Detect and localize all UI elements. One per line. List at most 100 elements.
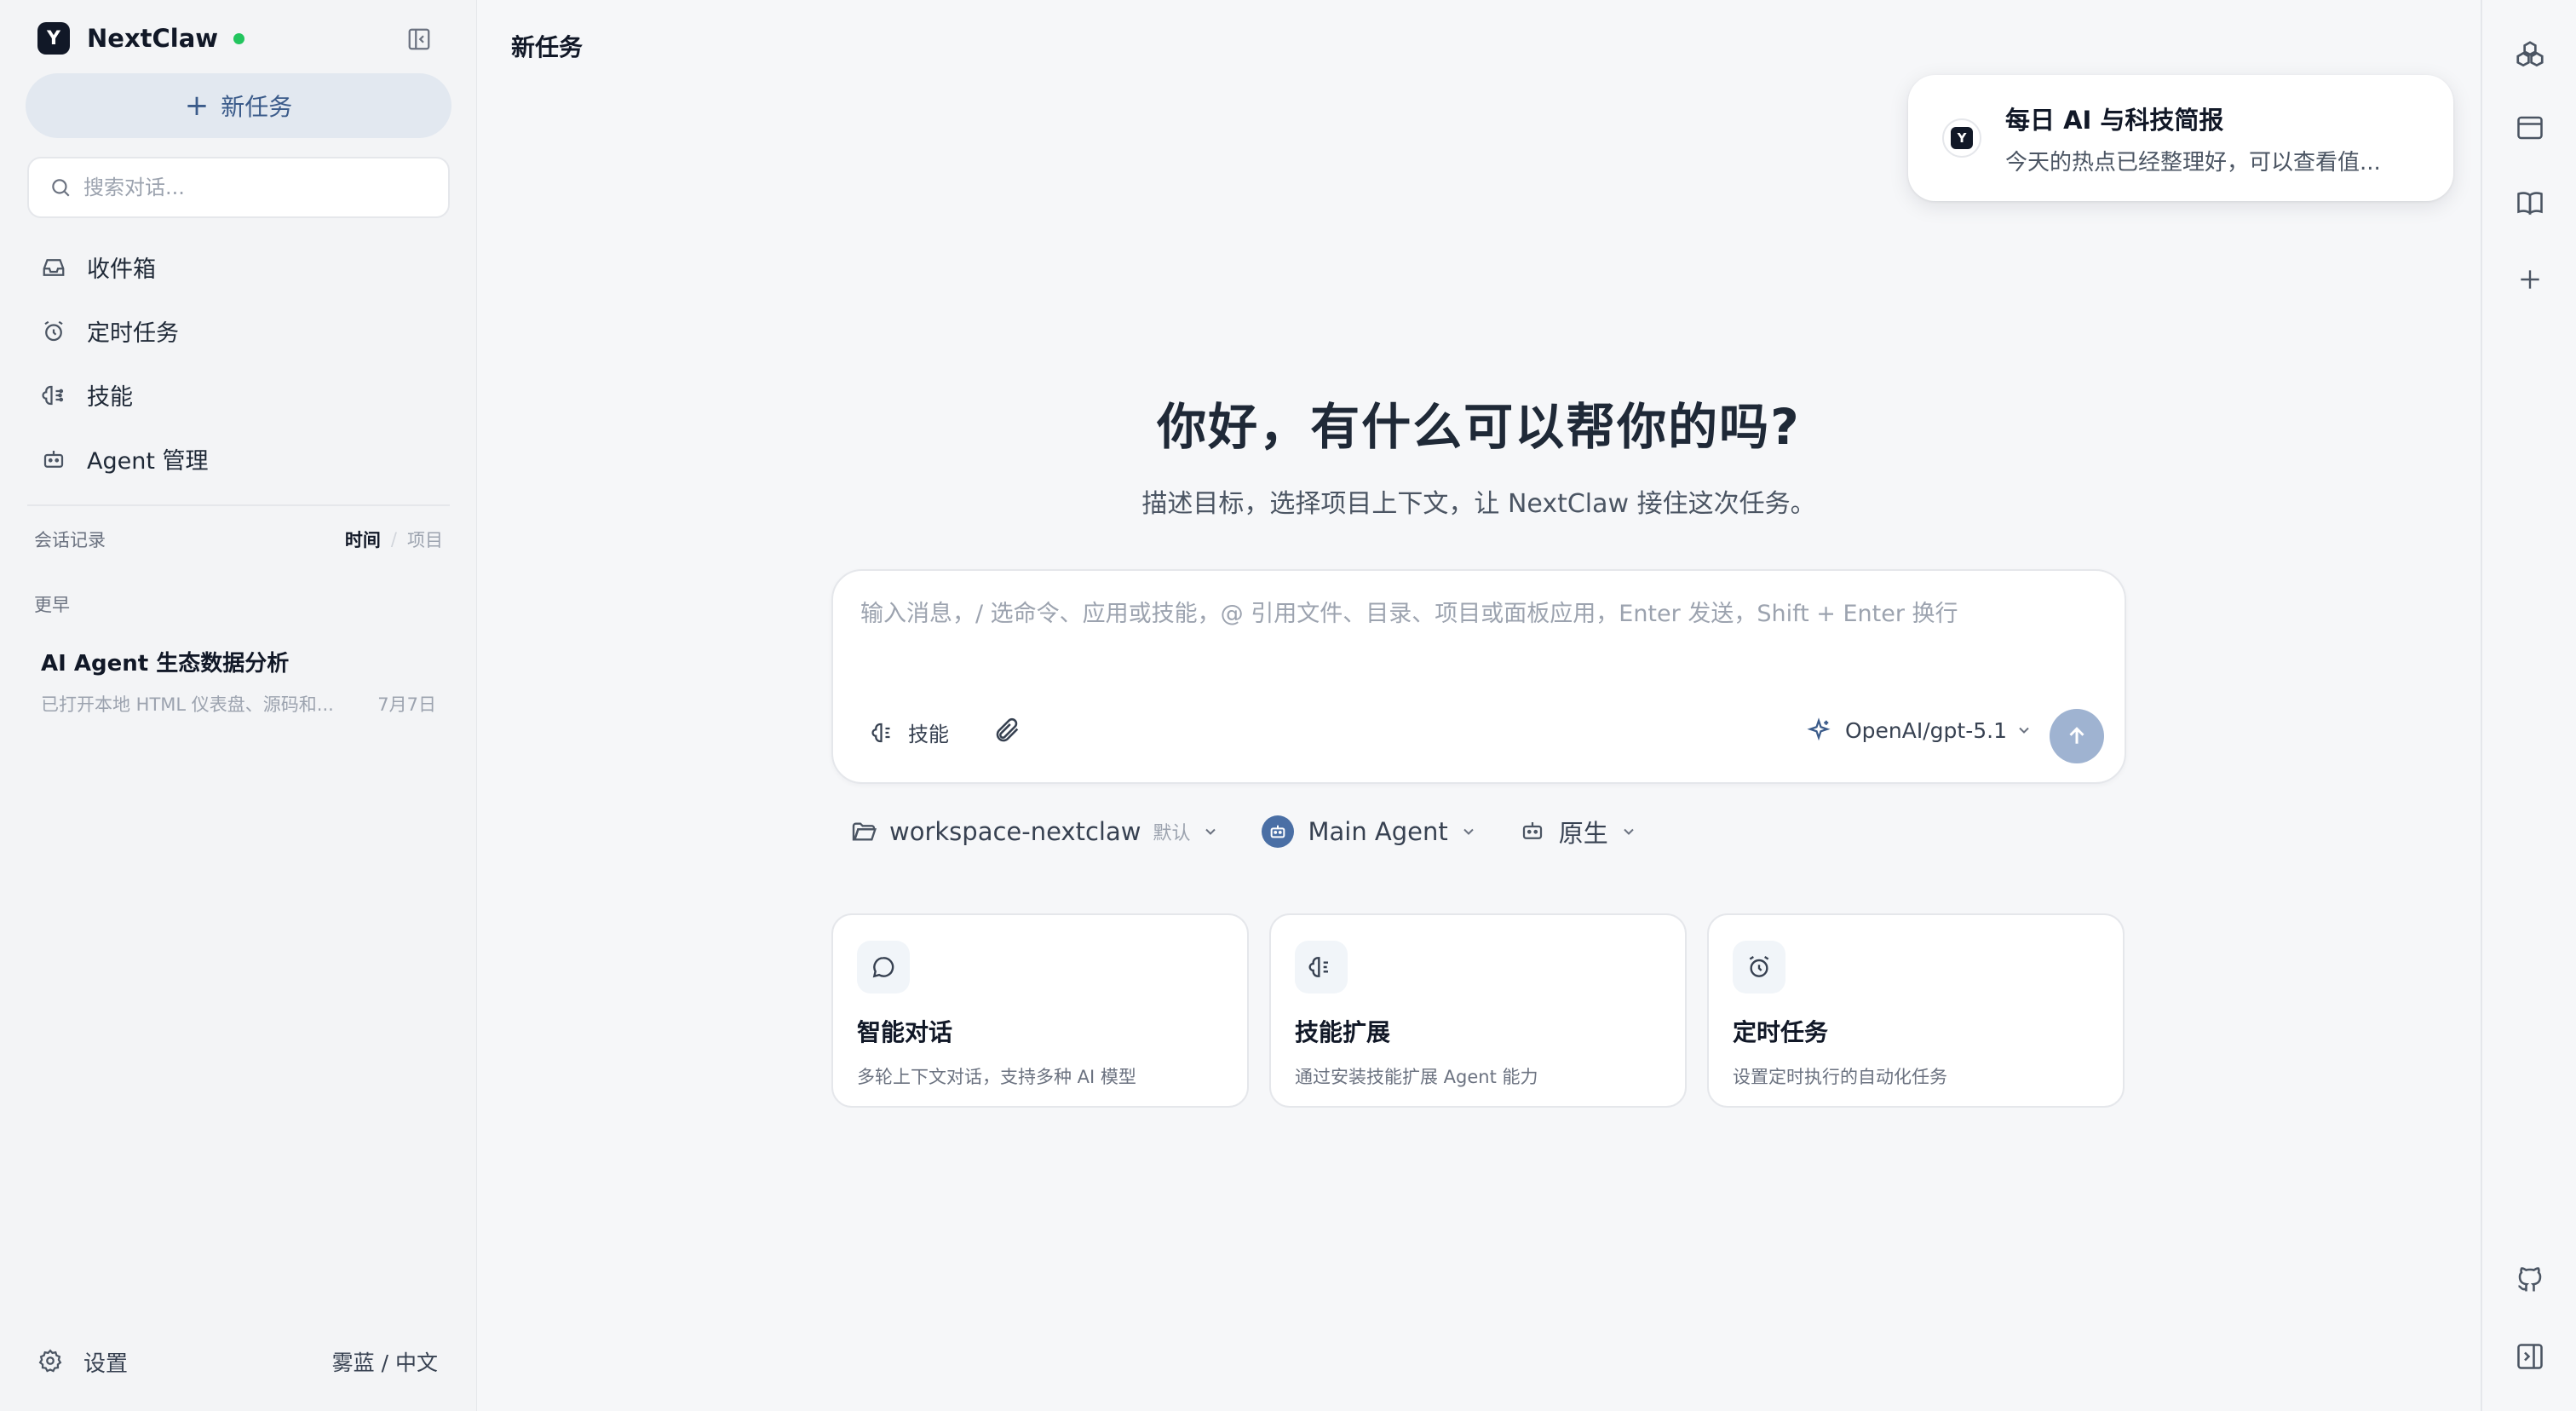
hero-subtitle: 描述目标，选择项目上下文，让 NextClaw 接住这次任务。 xyxy=(1141,489,1816,519)
feature-card-desc: 通过安装技能扩展 Agent 能力 xyxy=(1295,1067,1538,1087)
alarm-clock-icon xyxy=(1733,941,1785,993)
settings-label: 设置 xyxy=(83,1351,129,1377)
new-task-label: 新任务 xyxy=(221,93,293,121)
feature-cards: 智能对话 多轮上下文对话，支持多种 AI 模型 技能扩展 通过安装技能扩展 Ag… xyxy=(831,913,2125,1108)
agent-avatar xyxy=(1262,815,1295,848)
sort-separator: / xyxy=(390,529,397,550)
settings-button[interactable]: 设置 xyxy=(37,1346,128,1378)
apps-button[interactable] xyxy=(2511,36,2549,73)
plus-icon xyxy=(2521,270,2539,289)
folder-open-icon xyxy=(850,818,877,845)
sort-by-time-button[interactable]: 时间 xyxy=(345,527,381,552)
inbox-icon xyxy=(39,253,68,282)
sidebar-collapse-icon xyxy=(408,28,430,50)
sidebar-nav: 收件箱 定时任务 技能 Agent 管理 xyxy=(26,235,451,491)
send-button[interactable] xyxy=(2050,709,2104,763)
message-input[interactable] xyxy=(860,595,2087,671)
sidebar-divider xyxy=(27,504,450,506)
runtime-mode-name: 原生 xyxy=(1558,819,1608,848)
add-panel-button[interactable] xyxy=(2511,261,2549,298)
agent-name: Main Agent xyxy=(1308,817,1448,846)
chevron-down-icon xyxy=(1460,823,1477,840)
theme-language-switch[interactable]: 雾蓝 / 中文 xyxy=(332,1346,438,1377)
arrow-up-icon xyxy=(2069,727,2084,744)
conversation-preview: 已打开本地 HTML 仪表盘、源码和... xyxy=(41,694,334,715)
conversation-meta: 已打开本地 HTML 仪表盘、源码和... 7月7日 xyxy=(41,691,436,717)
page-title: 新任务 xyxy=(511,33,584,61)
sidebar-item-skills[interactable]: 技能 xyxy=(26,363,451,427)
right-rail xyxy=(2481,0,2576,1411)
hero-title: 你好，有什么可以帮你的吗? xyxy=(1157,398,1801,456)
new-task-button[interactable]: + 新任务 xyxy=(26,73,451,138)
chevron-down-icon xyxy=(1620,823,1637,840)
notification-title: 每日 AI 与科技简报 xyxy=(2005,105,2224,135)
conversation-title: AI Agent 生态数据分析 xyxy=(41,651,290,677)
brain-icon xyxy=(1295,941,1348,993)
bot-icon xyxy=(1520,818,1547,845)
workspace-name: workspace-nextclaw xyxy=(889,817,1141,846)
hero: 你好，有什么可以帮你的吗? 描述目标，选择项目上下文，让 NextClaw 接住… xyxy=(477,387,2481,520)
feature-card-title: 技能扩展 xyxy=(1295,1018,1391,1046)
online-status-dot xyxy=(233,32,245,44)
panel-toggle-icon xyxy=(2517,1344,2543,1369)
collapse-sidebar-button[interactable] xyxy=(404,24,434,55)
gear-icon xyxy=(37,1348,65,1375)
notification-logo: Y xyxy=(1942,118,1981,158)
bot-icon xyxy=(1271,825,1285,838)
search-box xyxy=(27,157,450,218)
feature-card-skills[interactable]: 技能扩展 通过安装技能扩展 Agent 能力 xyxy=(1269,913,1687,1108)
sidebar-item-inbox[interactable]: 收件箱 xyxy=(26,235,451,299)
sidebar-item-agent-management[interactable]: Agent 管理 xyxy=(26,427,451,491)
search-input[interactable] xyxy=(83,176,424,199)
sort-by-project-button[interactable]: 项目 xyxy=(407,527,443,552)
history-sort-toggle: 时间 / 项目 xyxy=(345,527,443,552)
sidebar-item-scheduled-tasks[interactable]: 定时任务 xyxy=(26,299,451,363)
runtime-mode-selector[interactable]: 原生 xyxy=(1520,814,1637,849)
sidebar-item-label: 收件箱 xyxy=(87,256,156,283)
browser-button[interactable] xyxy=(2511,109,2549,147)
app-name: NextClaw xyxy=(87,24,219,53)
brand: Y NextClaw xyxy=(37,20,245,56)
toggle-panel-button[interactable] xyxy=(2511,1338,2549,1375)
message-composer: 技能 OpenAI/gpt-5.1 xyxy=(831,569,2126,784)
attach-button[interactable] xyxy=(993,716,1024,746)
workspace-default-tag: 默认 xyxy=(1153,823,1191,844)
skills-button[interactable]: 技能 xyxy=(871,717,949,747)
sidebar: Y NextClaw + 新任务 收件箱 定时任务 xyxy=(0,0,477,1411)
notification-toast[interactable]: Y 每日 AI 与科技简报 今天的热点已经整理好，可以查看值... xyxy=(1908,75,2453,201)
feature-card-desc: 多轮上下文对话，支持多种 AI 模型 xyxy=(857,1067,1136,1087)
feature-card-title: 定时任务 xyxy=(1733,1018,1829,1046)
brain-icon xyxy=(871,720,896,746)
browser-window-icon xyxy=(2517,116,2543,140)
feature-card-desc: 设置定时执行的自动化任务 xyxy=(1733,1067,1947,1087)
agent-selector[interactable]: Main Agent xyxy=(1262,815,1476,848)
alarm-clock-icon xyxy=(39,317,68,346)
chat-bubble-icon xyxy=(857,941,910,993)
sidebar-footer: 设置 雾蓝 / 中文 xyxy=(37,1343,438,1380)
skills-label: 技能 xyxy=(908,723,949,746)
feature-card-chat[interactable]: 智能对话 多轮上下文对话，支持多种 AI 模型 xyxy=(831,913,1249,1108)
plus-icon: + xyxy=(184,89,210,123)
feature-card-scheduled[interactable]: 定时任务 设置定时执行的自动化任务 xyxy=(1707,913,2125,1108)
feature-card-title: 智能对话 xyxy=(857,1018,953,1046)
search-icon xyxy=(52,179,70,197)
bot-icon xyxy=(39,445,68,474)
model-selector[interactable]: OpenAI/gpt-5.1 xyxy=(1806,717,2033,743)
github-button[interactable] xyxy=(2511,1261,2549,1299)
chevron-down-icon xyxy=(2015,722,2033,739)
history-header: 会话记录 时间 / 项目 xyxy=(34,527,443,552)
paperclip-icon xyxy=(996,717,1019,742)
notification-logo-glyph: Y xyxy=(1951,127,1973,149)
conversation-date: 7月7日 xyxy=(377,694,436,715)
sidebar-item-label: Agent 管理 xyxy=(87,448,209,475)
apps-icon xyxy=(2516,41,2544,67)
notification-text: 今天的热点已经整理好，可以查看值... xyxy=(2005,149,2381,176)
docs-button[interactable] xyxy=(2511,184,2549,222)
chevron-down-icon xyxy=(1202,823,1219,840)
github-icon xyxy=(2518,1267,2542,1292)
context-selectors: workspace-nextclaw 默认 Main Agent 原生 xyxy=(850,813,1680,850)
book-icon xyxy=(2517,192,2543,216)
model-name: OpenAI/gpt-5.1 xyxy=(1845,717,2007,743)
conversation-item[interactable]: AI Agent 生态数据分析 已打开本地 HTML 仪表盘、源码和... 7月… xyxy=(26,631,451,729)
workspace-selector[interactable]: workspace-nextclaw 默认 xyxy=(850,817,1219,846)
